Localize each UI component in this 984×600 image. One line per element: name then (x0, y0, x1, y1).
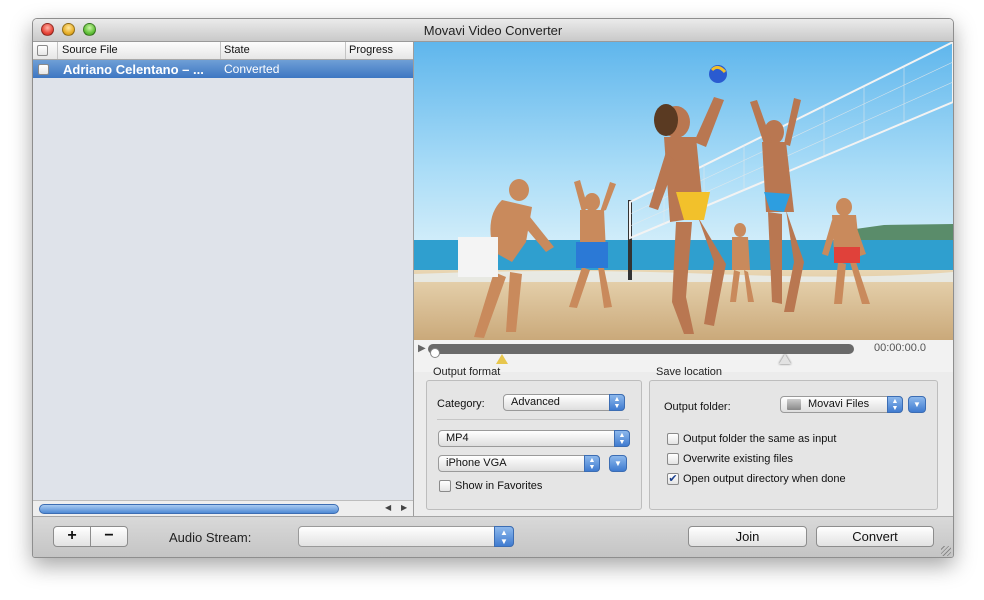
horizontal-scrollbar[interactable]: ◀ ▶ (33, 500, 413, 517)
open-output-directory-checkbox[interactable]: ✔ (667, 473, 679, 485)
audio-stream-stepper-icon: ▲ ▼ (494, 526, 514, 547)
category-label: Category: (437, 398, 485, 410)
output-format-panel: Category: Advanced ▲ ▼ MP4 ▲ ▼ iPhone VGA … (426, 380, 642, 510)
audio-stream-select[interactable]: ▲ ▼ (298, 526, 514, 547)
same-as-input-checkbox[interactable] (667, 433, 679, 445)
window-title: Movavi Video Converter (423, 23, 563, 38)
open-output-directory-label: Open output directory when done (683, 473, 846, 485)
overwrite-files-label: Overwrite existing files (683, 453, 794, 465)
save-location-heading: Save location (656, 366, 723, 378)
seek-bar[interactable] (428, 344, 854, 358)
output-format-heading: Output format (433, 366, 501, 378)
column-progress[interactable]: Progress (349, 44, 393, 56)
file-row-checkbox[interactable] (38, 64, 49, 75)
preset-options-button[interactable]: ▼ (609, 455, 627, 472)
column-state[interactable]: State (224, 44, 250, 56)
output-folder-select[interactable]: Movavi Files ▲ ▼ (780, 396, 903, 413)
format-value: MP4 (446, 432, 469, 444)
join-button[interactable]: Join (688, 526, 807, 547)
preset-stepper-icon: ▲ ▼ (584, 455, 600, 472)
trim-start-marker[interactable] (496, 354, 508, 364)
file-row-state: Converted (224, 62, 280, 76)
audio-stream-label: Audio Stream: (169, 530, 252, 545)
file-list-header: Source File State Progress (33, 42, 413, 60)
output-folder-value: Movavi Files (808, 398, 870, 410)
file-row-name: Adriano Celentano – ... (63, 62, 204, 77)
video-preview[interactable] (414, 42, 953, 340)
convert-button[interactable]: Convert (816, 526, 934, 547)
output-folder-options-button[interactable]: ▼ (908, 396, 926, 413)
beach-volleyball-frame (414, 42, 953, 340)
show-in-favorites-checkbox[interactable] (439, 480, 451, 492)
save-location-panel: Output folder: Movavi Files ▲ ▼ ▼ Output … (649, 380, 938, 510)
drive-icon (787, 399, 801, 410)
preset-value: iPhone VGA (446, 457, 507, 469)
timecode: 00:00:00.0 (874, 342, 926, 354)
file-row[interactable]: Adriano Celentano – ... Converted (33, 60, 413, 78)
bottom-toolbar: + − Audio Stream: ▲ ▼ Join Convert (33, 516, 953, 557)
preset-select[interactable]: iPhone VGA ▲ ▼ (438, 455, 600, 472)
format-stepper-icon: ▲ ▼ (614, 430, 630, 447)
trim-end-marker[interactable] (779, 354, 791, 364)
output-folder-stepper-icon: ▲ ▼ (887, 396, 903, 413)
show-in-favorites-label: Show in Favorites (455, 480, 543, 492)
column-source-file[interactable]: Source File (62, 44, 118, 56)
scroll-right-arrow-icon[interactable]: ▶ (401, 503, 407, 512)
overwrite-files-checkbox[interactable] (667, 453, 679, 465)
scroll-left-arrow-icon[interactable]: ◀ (385, 503, 391, 512)
file-list[interactable]: Source File State Progress Adriano Celen… (33, 42, 414, 517)
remove-file-button[interactable]: − (90, 526, 128, 547)
main-window: Movavi Video Converter Source File State… (32, 18, 954, 558)
category-value: Advanced (511, 396, 560, 408)
format-select[interactable]: MP4 ▲ ▼ (438, 430, 630, 447)
title-bar[interactable]: Movavi Video Converter (33, 19, 953, 42)
checkmark-icon: ✔ (668, 473, 678, 485)
category-select[interactable]: Advanced ▲ ▼ (503, 394, 625, 411)
output-folder-label: Output folder: (664, 401, 731, 413)
resize-grip-icon[interactable] (941, 546, 951, 556)
add-file-button[interactable]: + (53, 526, 91, 547)
scrollbar-thumb[interactable] (39, 504, 339, 514)
same-as-input-label: Output folder the same as input (683, 433, 837, 445)
category-stepper-icon: ▲ ▼ (609, 394, 625, 411)
play-icon[interactable]: ▶ (418, 343, 426, 354)
seek-playhead[interactable] (430, 348, 440, 358)
select-all-checkbox[interactable] (37, 45, 48, 56)
